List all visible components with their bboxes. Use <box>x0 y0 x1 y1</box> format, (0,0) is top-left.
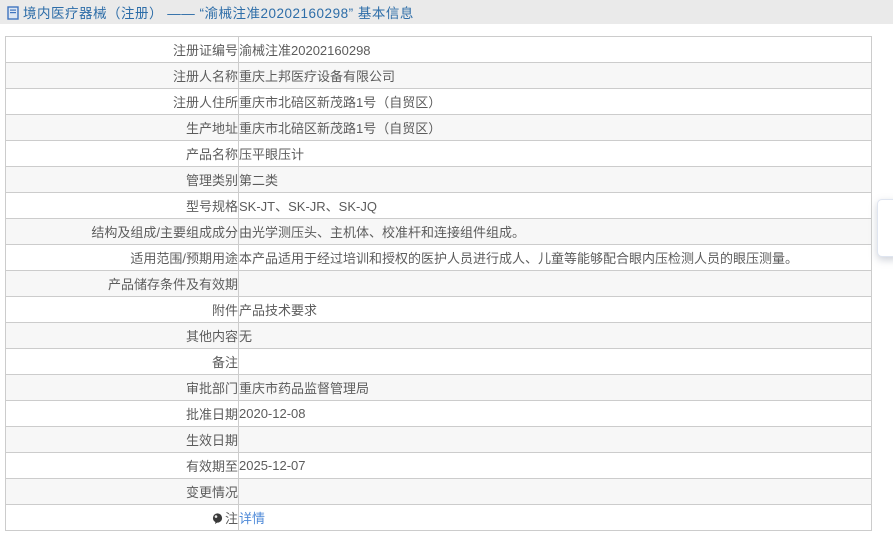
row-label: 注册人住所 <box>5 88 239 115</box>
row-label: 注册人名称 <box>5 62 239 89</box>
row-value: 2025-12-07 <box>238 452 872 479</box>
table-row: 其他内容无 <box>5 322 872 349</box>
row-label-text: 有效期至 <box>185 459 238 474</box>
row-label-text: 注册人名称 <box>172 69 238 84</box>
table-row: 适用范围/预期用途 本产品适用于经过培训和授权的医护人员进行成人、儿童等能够配合眼… <box>5 244 872 271</box>
row-label: 备注 <box>5 348 239 375</box>
row-value: 无 <box>238 322 872 349</box>
row-label: 附件 <box>5 296 239 323</box>
table-row: 产品储存条件及有效期 <box>5 270 872 297</box>
row-label: 审批部门 <box>5 374 239 401</box>
registration-info-table: 注册证编号 渝械注准20202160298 注册人名称 重庆上邦医疗设备有限公司 注册人… <box>5 36 872 531</box>
row-value: 2020-12-08 <box>238 400 872 427</box>
row-value: 压平眼压计 <box>238 140 872 167</box>
row-label: 注 <box>5 504 239 531</box>
table-row: 注详情 <box>5 504 872 531</box>
row-label: 其他内容 <box>5 322 239 349</box>
row-label-text: 变更情况 <box>185 485 238 500</box>
row-label: 生效日期 <box>5 426 239 453</box>
table-row: 产品名称 压平眼压计 <box>5 140 872 167</box>
row-label-text: 产品储存条件及有效期 <box>107 277 238 292</box>
row-value: 重庆市北碚区新茂路1号（自贸区） <box>238 88 872 115</box>
row-label-text: 备注 <box>211 355 238 370</box>
table-row: 变更情况 <box>5 478 872 505</box>
table-row: 生产地址 重庆市北碚区新茂路1号（自贸区） <box>5 114 872 141</box>
document-icon <box>7 5 19 20</box>
row-label: 有效期至 <box>5 452 239 479</box>
row-label: 产品名称 <box>5 140 239 167</box>
table-row: 附件 产品技术要求 <box>5 296 872 323</box>
table-row: 结构及组成/主要组成成分 由光学测压头、主机体、校准杆和连接组件组成。 <box>5 218 872 245</box>
row-value: SK-JT、SK-JR、SK-JQ <box>238 192 872 219</box>
row-label: 生产地址 <box>5 114 239 141</box>
row-label: 产品储存条件及有效期 <box>5 270 239 297</box>
row-label: 批准日期 <box>5 400 239 427</box>
row-value: 由光学测压头、主机体、校准杆和连接组件组成。 <box>238 218 872 245</box>
row-value: 产品技术要求 <box>238 296 872 323</box>
page-title: 境内医疗器械（注册） —— “渝械注准20202160298” 基本信息 <box>23 6 414 21</box>
row-value <box>238 426 872 453</box>
table-row: 管理类别 第二类 <box>5 166 872 193</box>
table-row: 注册人住所 重庆市北碚区新茂路1号（自贸区） <box>5 88 872 115</box>
row-label-text: 注册证编号 <box>172 43 238 58</box>
row-label-text: 注册人住所 <box>172 95 238 110</box>
row-value: 本产品适用于经过培训和授权的医护人员进行成人、儿童等能够配合眼内压检测人员的眼压… <box>238 244 872 271</box>
table-row: 型号规格 SK-JT、SK-JR、SK-JQ <box>5 192 872 219</box>
row-label: 注册证编号 <box>5 36 239 63</box>
page: 境内医疗器械（注册） —— “渝械注准20202160298” 基本信息 注册证… <box>0 0 893 533</box>
row-label-text: 结构及组成/主要组成成分 <box>91 225 238 240</box>
row-value: 渝械注准20202160298 <box>238 36 872 63</box>
table-row: 批准日期 2020-12-08 <box>5 400 872 427</box>
table-row: 注册证编号 渝械注准20202160298 <box>5 36 872 63</box>
row-label-text: 生产地址 <box>185 121 238 136</box>
table-body: 注册证编号 渝械注准20202160298 注册人名称 重庆上邦医疗设备有限公司 注册人… <box>5 36 872 531</box>
row-value <box>238 348 872 375</box>
table-row: 有效期至 2025-12-07 <box>5 452 872 479</box>
row-value <box>238 478 872 505</box>
table-row: 审批部门 重庆市药品监督管理局 <box>5 374 872 401</box>
row-value: 重庆市药品监督管理局 <box>238 374 872 401</box>
row-label: 适用范围/预期用途 <box>5 244 239 271</box>
row-label-text: 型号规格 <box>185 199 238 214</box>
row-value: 重庆市北碚区新茂路1号（自贸区） <box>238 114 872 141</box>
row-value <box>238 270 872 297</box>
table-row: 注册人名称 重庆上邦医疗设备有限公司 <box>5 62 872 89</box>
details-link[interactable]: 详情 <box>240 511 266 526</box>
row-label: 结构及组成/主要组成成分 <box>5 218 239 245</box>
row-label-text: 管理类别 <box>185 173 238 188</box>
row-label-text: 其他内容 <box>185 329 238 344</box>
comment-icon <box>212 512 223 528</box>
row-label-text: 附件 <box>211 303 238 318</box>
row-value: 第二类 <box>238 166 872 193</box>
row-label: 型号规格 <box>5 192 239 219</box>
row-label-text: 生效日期 <box>185 433 238 448</box>
row-label: 变更情况 <box>5 478 239 505</box>
row-label-text: 产品名称 <box>185 147 238 162</box>
row-value: 详情 <box>238 504 872 531</box>
table-row: 生效日期 <box>5 426 872 453</box>
page-header: 境内医疗器械（注册） —— “渝械注准20202160298” 基本信息 <box>0 0 893 24</box>
row-label-text: 适用范围/预期用途 <box>130 251 238 266</box>
row-label-text: 批准日期 <box>185 407 238 422</box>
row-label-text: 注 <box>224 510 238 526</box>
floating-widget-fragment[interactable] <box>877 199 893 257</box>
row-label: 管理类别 <box>5 166 239 193</box>
row-value: 重庆上邦医疗设备有限公司 <box>238 62 872 89</box>
table-row: 备注 <box>5 348 872 375</box>
row-label-text: 审批部门 <box>185 381 238 396</box>
